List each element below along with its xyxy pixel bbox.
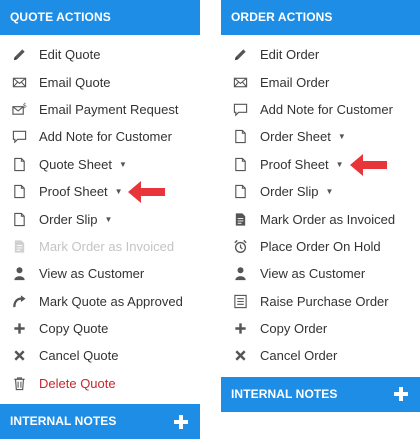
add-note-for-customer-label: Add Note for Customer: [260, 101, 393, 117]
view-as-customer-label: View as Customer: [260, 266, 366, 282]
cancel-quote-label: Cancel Quote: [39, 348, 119, 364]
copy-quote-action[interactable]: Copy Quote: [0, 315, 200, 342]
place-order-on-hold-action[interactable]: Place Order On Hold: [221, 233, 420, 260]
quote-actions-list: Edit Quote Email Quote $ Email Payment R…: [0, 35, 200, 397]
quote-actions-panel: QUOTE ACTIONS Edit Quote Email Quote $ E…: [0, 0, 200, 440]
mark-order-as-invoiced-label: Mark Order as Invoiced: [260, 211, 396, 227]
order-sheet-action[interactable]: Order Sheet ▼: [221, 123, 420, 150]
proof-sheet-action[interactable]: Proof Sheet ▼: [221, 151, 420, 178]
copy-order-action[interactable]: Copy Order: [221, 315, 420, 342]
mark-order-as-invoiced-action: Mark Order as Invoiced: [0, 233, 200, 260]
document-icon: [232, 183, 249, 200]
edit-order-action[interactable]: Edit Order: [221, 41, 420, 68]
internal-notes-title: INTERNAL NOTES: [231, 386, 338, 401]
quote-actions-header: QUOTE ACTIONS: [0, 0, 200, 35]
dropdown-caret-icon[interactable]: ▼: [336, 160, 344, 169]
x-icon: [232, 347, 249, 364]
annotation-arrow-icon: [128, 181, 165, 203]
email-order-action[interactable]: Email Order: [221, 68, 420, 95]
delete-quote-action[interactable]: Delete Quote: [0, 370, 200, 397]
pencil-icon: [11, 46, 28, 63]
dropdown-caret-icon[interactable]: ▼: [326, 187, 334, 196]
add-note-for-customer-action[interactable]: Add Note for Customer: [221, 96, 420, 123]
document-icon: [11, 211, 28, 228]
order-actions-panel: ORDER ACTIONS Edit Order Email Order Add…: [221, 0, 420, 412]
svg-text:$: $: [23, 102, 27, 110]
document-icon: [11, 183, 28, 200]
order-slip-action[interactable]: Order Slip ▼: [221, 178, 420, 205]
x-icon: [11, 347, 28, 364]
order-slip-action[interactable]: Order Slip ▼: [0, 205, 200, 232]
order-slip-label: Order Slip: [39, 211, 98, 227]
email-quote-label: Email Quote: [39, 74, 111, 90]
email-payment-request-label: Email Payment Request: [39, 101, 179, 117]
dropdown-caret-icon[interactable]: ▼: [119, 160, 127, 169]
invoice-document-icon: [232, 211, 249, 228]
edit-quote-label: Edit Quote: [39, 47, 101, 63]
order-actions-header: ORDER ACTIONS: [221, 0, 420, 35]
raise-purchase-order-action[interactable]: Raise Purchase Order: [221, 288, 420, 315]
add-note-for-customer-label: Add Note for Customer: [39, 129, 172, 145]
order-slip-label: Order Slip: [260, 184, 319, 200]
add-note-for-customer-action[interactable]: Add Note for Customer: [0, 123, 200, 150]
proof-sheet-action[interactable]: Proof Sheet ▼: [0, 178, 200, 205]
document-icon: [232, 128, 249, 145]
redo-arrow-icon: [11, 293, 28, 310]
view-as-customer-label: View as Customer: [39, 266, 145, 282]
email-payment-request-action[interactable]: $ Email Payment Request: [0, 96, 200, 123]
user-icon: [11, 265, 28, 282]
speech-bubble-icon: [232, 101, 249, 118]
cancel-order-label: Cancel Order: [260, 348, 338, 364]
document-icon: [232, 156, 249, 173]
mark-quote-as-approved-action[interactable]: Mark Quote as Approved: [0, 288, 200, 315]
envelope-icon: [232, 74, 249, 91]
copy-order-label: Copy Order: [260, 321, 328, 337]
proof-sheet-label: Proof Sheet: [39, 184, 108, 200]
raise-purchase-order-label: Raise Purchase Order: [260, 293, 389, 309]
internal-notes-title: INTERNAL NOTES: [10, 414, 117, 429]
quote-sheet-label: Quote Sheet: [39, 156, 112, 172]
proof-sheet-label: Proof Sheet: [260, 156, 329, 172]
plus-icon: [232, 320, 249, 337]
envelope-dollar-icon: $: [11, 101, 28, 118]
edit-order-label: Edit Order: [260, 47, 320, 63]
invoice-document-icon: [11, 238, 28, 255]
internal-notes-header: INTERNAL NOTES: [221, 376, 420, 412]
mark-order-as-invoiced-label: Mark Order as Invoiced: [39, 238, 175, 254]
list-document-icon: [232, 293, 249, 310]
trash-icon: [11, 375, 28, 392]
quote-sheet-action[interactable]: Quote Sheet ▼: [0, 151, 200, 178]
dropdown-caret-icon[interactable]: ▼: [115, 187, 123, 196]
pencil-icon: [232, 46, 249, 63]
add-internal-note-button[interactable]: [394, 387, 408, 402]
document-icon: [11, 156, 28, 173]
view-as-customer-action[interactable]: View as Customer: [0, 260, 200, 287]
email-order-label: Email Order: [260, 74, 330, 90]
dropdown-caret-icon[interactable]: ▼: [338, 132, 346, 141]
user-icon: [232, 265, 249, 282]
annotation-arrow-icon: [350, 154, 387, 176]
copy-quote-label: Copy Quote: [39, 321, 109, 337]
mark-order-as-invoiced-action[interactable]: Mark Order as Invoiced: [221, 205, 420, 232]
place-order-on-hold-label: Place Order On Hold: [260, 238, 381, 254]
envelope-icon: [11, 74, 28, 91]
order-actions-list: Edit Order Email Order Add Note for Cust…: [221, 35, 420, 370]
alarm-clock-icon: [232, 238, 249, 255]
cancel-quote-action[interactable]: Cancel Quote: [0, 342, 200, 369]
add-internal-note-button[interactable]: [174, 414, 188, 429]
mark-quote-as-approved-label: Mark Quote as Approved: [39, 293, 183, 309]
order-sheet-label: Order Sheet: [260, 129, 331, 145]
view-as-customer-action[interactable]: View as Customer: [221, 260, 420, 287]
edit-quote-action[interactable]: Edit Quote: [0, 41, 200, 68]
internal-notes-header: INTERNAL NOTES: [0, 404, 200, 440]
dropdown-caret-icon[interactable]: ▼: [105, 215, 113, 224]
email-quote-action[interactable]: Email Quote: [0, 68, 200, 95]
plus-icon: [11, 320, 28, 337]
speech-bubble-icon: [11, 128, 28, 145]
delete-quote-label: Delete Quote: [39, 375, 116, 391]
cancel-order-action[interactable]: Cancel Order: [221, 342, 420, 369]
